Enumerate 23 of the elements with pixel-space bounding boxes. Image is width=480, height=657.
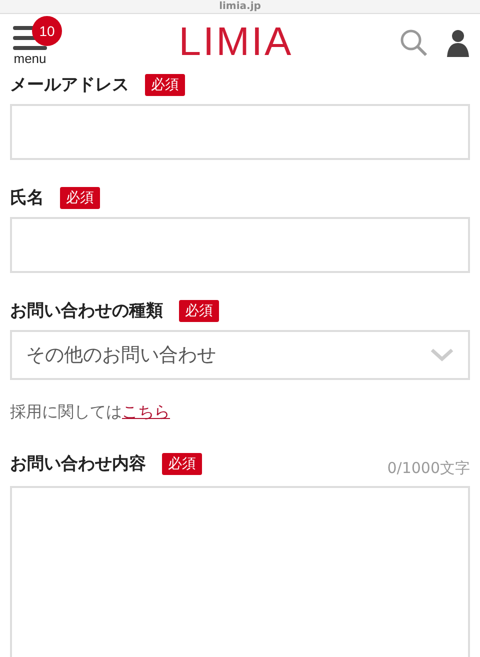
- field-label: お問い合わせの種類: [10, 300, 163, 322]
- required-tag: 必須: [162, 452, 202, 474]
- required-tag: 必須: [60, 186, 100, 208]
- note-text: 採用に関してはこちら: [10, 402, 171, 423]
- url-text: limia.jp: [219, 1, 261, 12]
- field-label: お問い合わせ内容: [10, 453, 146, 475]
- account-button[interactable]: [446, 28, 470, 56]
- required-tag: 必須: [145, 74, 185, 96]
- dropdown[interactable]: その他のお問い合わせ: [10, 330, 470, 380]
- required-tag: 必須: [179, 300, 219, 322]
- search-button[interactable]: [400, 28, 428, 56]
- input-field[interactable]: [10, 104, 470, 160]
- field-label: メールアドレス: [10, 74, 129, 96]
- search-icon: [400, 28, 428, 56]
- person-icon: [446, 28, 470, 56]
- chevron-down-icon: [430, 348, 454, 362]
- message-field[interactable]: [10, 486, 470, 657]
- notification-badge: 10: [32, 16, 62, 46]
- character-counter: 0/1000文字: [387, 459, 470, 478]
- logo[interactable]: LIMIA: [90, 20, 382, 65]
- link[interactable]: こちら: [122, 402, 170, 421]
- field-label: 氏名: [10, 187, 44, 209]
- input-field[interactable]: [10, 217, 470, 273]
